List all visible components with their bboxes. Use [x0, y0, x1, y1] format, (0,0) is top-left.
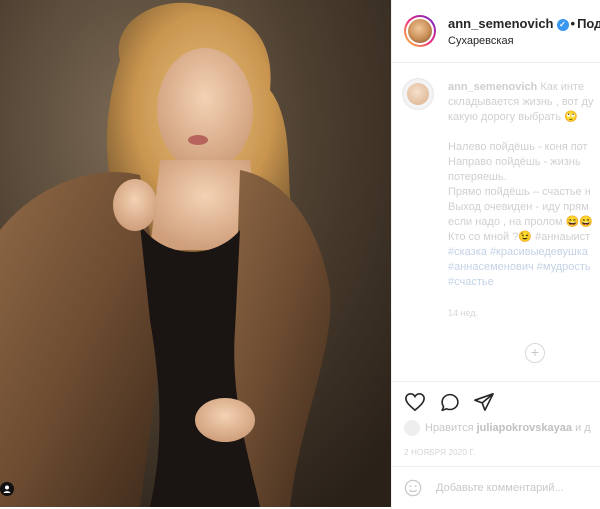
location-link[interactable]: Сухаревская	[448, 35, 514, 47]
caption-author-avatar[interactable]	[402, 78, 434, 110]
caption-line-4: Налево пойдёшь - коня пот	[448, 141, 588, 153]
post-image	[0, 0, 391, 507]
liked-by-user[interactable]: juliapokrovskayaa	[477, 422, 572, 434]
post-sidebar: ann_semenovich✓•Подпис Сухаревская ann_s…	[391, 0, 600, 507]
liked-by-suffix[interactable]: и д	[575, 422, 591, 434]
plus-circle-icon: +	[530, 344, 540, 360]
likes-summary: Нравится juliapokrovskayaa и д	[404, 420, 591, 436]
add-comment-row	[392, 466, 600, 509]
post-date[interactable]: 2 НОЯБРЯ 2020 Г.	[404, 448, 475, 457]
comment-icon[interactable]	[439, 392, 461, 413]
post-time-ago[interactable]: 14 нед.	[448, 308, 478, 318]
caption-line-9: если надо , на пролом 😄😄	[448, 216, 594, 228]
caption-line-0: Как инте	[540, 81, 584, 93]
share-icon[interactable]	[473, 392, 495, 412]
post-actions: Нравится juliapokrovskayaa и д 2 НОЯБРЯ …	[392, 381, 600, 508]
smile-icon[interactable]	[404, 479, 422, 497]
follow-button[interactable]: Подпис	[577, 16, 600, 31]
heart-icon[interactable]	[404, 392, 426, 412]
liker-avatar[interactable]	[404, 420, 420, 436]
hashtag-line-0[interactable]: #сказка #красивыедевушка	[448, 246, 588, 258]
comments-section[interactable]: ann_semenovich Как инте складывается жиз…	[392, 63, 600, 381]
author-username-row: ann_semenovich✓•Подпис	[448, 16, 600, 31]
separator-dot: •	[570, 16, 576, 31]
hashtag-line-2[interactable]: #счастье	[448, 276, 494, 288]
post-photo[interactable]	[0, 0, 391, 507]
post-header: ann_semenovich✓•Подпис Сухаревская	[392, 0, 600, 63]
comment-input[interactable]	[436, 479, 596, 497]
caption-username[interactable]: ann_semenovich	[448, 81, 537, 93]
caption-line-8: Выход очевиден - иду прям	[448, 201, 589, 213]
verified-badge-icon: ✓	[556, 18, 569, 31]
hashtag-line-1[interactable]: #аннасеменович #мудрость	[448, 261, 591, 273]
caption-line-10: Кто со мной ?😉 #аннаыист	[448, 231, 591, 243]
author-avatar[interactable]	[404, 15, 436, 47]
caption-line-2: какую дорогу выбрать 🙄	[448, 111, 578, 123]
post-caption: ann_semenovich Как инте складывается жиз…	[448, 80, 600, 290]
caption-line-7: Прямо пойдёшь – счастье н	[448, 186, 591, 198]
load-more-comments-button[interactable]: +	[525, 343, 545, 363]
caption-line-1: складывается жизнь , вот ду	[448, 96, 594, 108]
author-username[interactable]: ann_semenovich	[448, 16, 554, 31]
caption-line-5: Направо пойдёшь - жизнь	[448, 156, 581, 168]
caption-line-6: потеряешь.	[448, 171, 507, 183]
user-tag-icon[interactable]	[0, 482, 14, 496]
liked-by-prefix: Нравится	[425, 421, 474, 434]
